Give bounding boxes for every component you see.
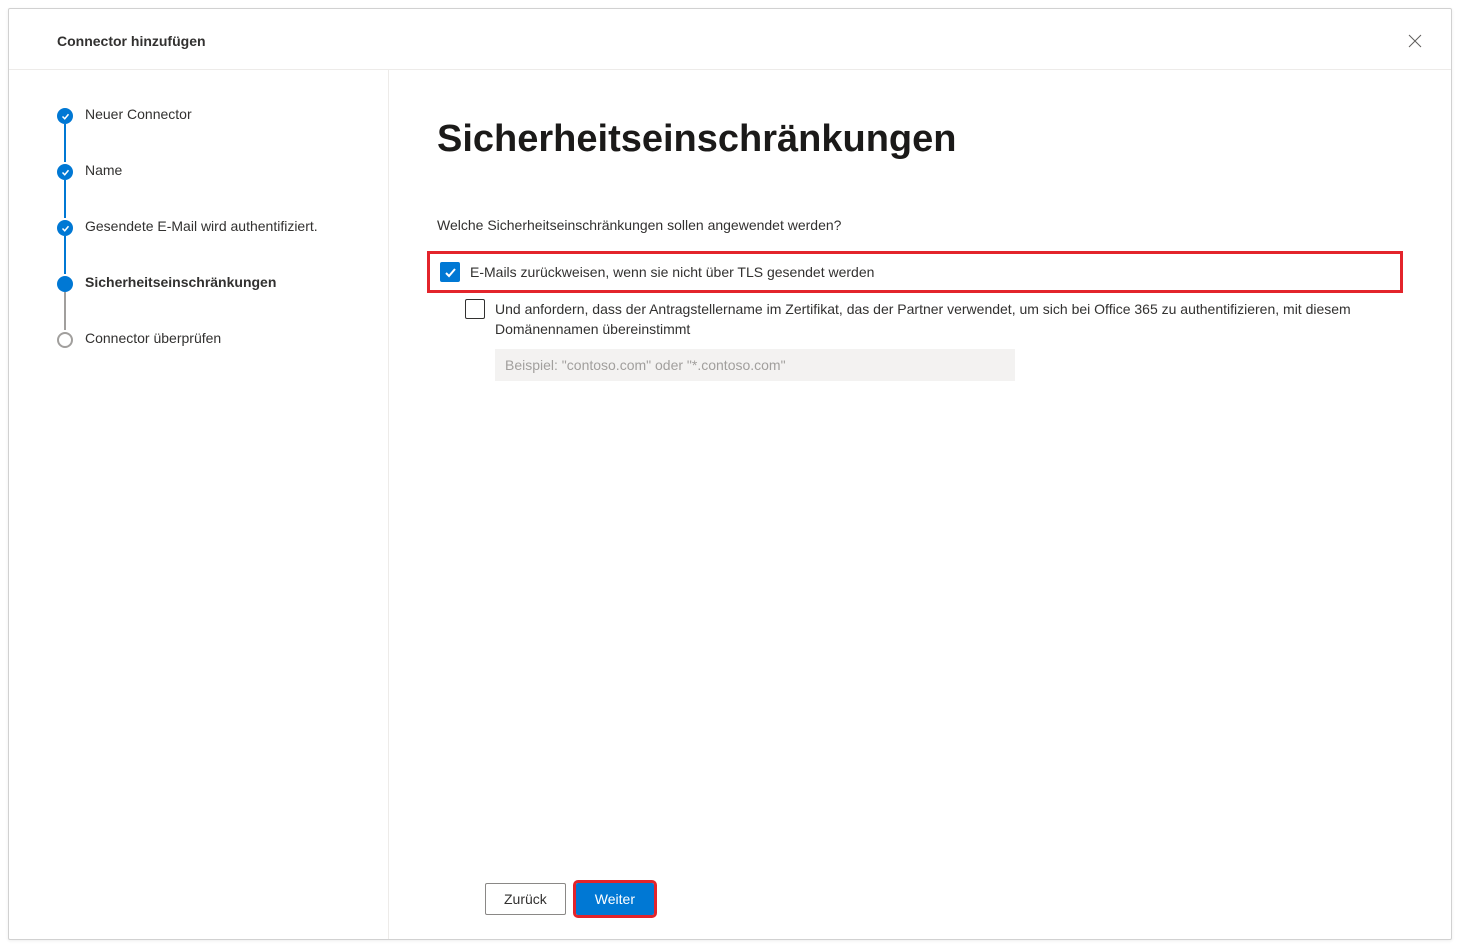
checkbox-require-cert-subject[interactable] xyxy=(465,299,485,319)
step-label: Connector überprüfen xyxy=(85,330,221,386)
checkbox-tls-label: E-Mails zurückweisen, wenn sie nicht übe… xyxy=(470,262,874,282)
domain-name-input[interactable] xyxy=(495,349,1015,381)
checkbox-tls-row: E-Mails zurückweisen, wenn sie nicht übe… xyxy=(427,251,1403,293)
wizard-steps: Neuer Connector Name Gesendete E-Mail wi… xyxy=(57,106,364,386)
add-connector-dialog: Connector hinzufügen Neuer Connector xyxy=(8,8,1452,940)
wizard-step-name[interactable]: Name xyxy=(57,162,364,218)
close-button[interactable] xyxy=(1403,29,1427,53)
dialog-title: Connector hinzufügen xyxy=(57,33,206,49)
next-button[interactable]: Weiter xyxy=(576,883,654,915)
checkmark-icon xyxy=(57,108,73,124)
checkbox-reject-non-tls[interactable] xyxy=(440,262,460,282)
domain-input-wrap xyxy=(495,349,1403,381)
step-label: Sicherheitseinschränkungen xyxy=(85,274,276,330)
step-connector xyxy=(64,236,66,274)
back-button[interactable]: Zurück xyxy=(485,883,566,915)
wizard-step-auth[interactable]: Gesendete E-Mail wird authentifiziert. xyxy=(57,218,364,274)
checkmark-icon xyxy=(444,266,457,279)
dialog-header: Connector hinzufügen xyxy=(9,9,1451,69)
checkbox-cert-row: Und anfordern, dass der Antragstellernam… xyxy=(465,299,1403,339)
content-inner: Sicherheitseinschränkungen Welche Sicher… xyxy=(437,118,1403,863)
dialog-body: Neuer Connector Name Gesendete E-Mail wi… xyxy=(9,69,1451,939)
close-icon xyxy=(1408,34,1422,48)
checkmark-icon xyxy=(57,164,73,180)
current-step-icon xyxy=(57,276,73,292)
wizard-sidebar: Neuer Connector Name Gesendete E-Mail wi… xyxy=(9,70,389,939)
security-question: Welche Sicherheitseinschränkungen sollen… xyxy=(437,217,1403,233)
wizard-step-review[interactable]: Connector überprüfen xyxy=(57,330,364,386)
step-label: Name xyxy=(85,162,122,218)
checkbox-cert-label: Und anfordern, dass der Antragstellernam… xyxy=(495,299,1403,339)
page-heading: Sicherheitseinschränkungen xyxy=(437,118,1403,161)
step-connector xyxy=(64,292,66,330)
step-label: Gesendete E-Mail wird authentifiziert. xyxy=(85,218,318,274)
upcoming-step-icon xyxy=(57,332,73,348)
step-connector xyxy=(64,124,66,162)
wizard-step-new-connector[interactable]: Neuer Connector xyxy=(57,106,364,162)
wizard-step-security[interactable]: Sicherheitseinschränkungen xyxy=(57,274,364,330)
main-content: Sicherheitseinschränkungen Welche Sicher… xyxy=(389,70,1451,939)
wizard-footer: Zurück Weiter xyxy=(437,863,1403,915)
step-connector xyxy=(64,180,66,218)
checkmark-icon xyxy=(57,220,73,236)
step-label: Neuer Connector xyxy=(85,106,192,162)
